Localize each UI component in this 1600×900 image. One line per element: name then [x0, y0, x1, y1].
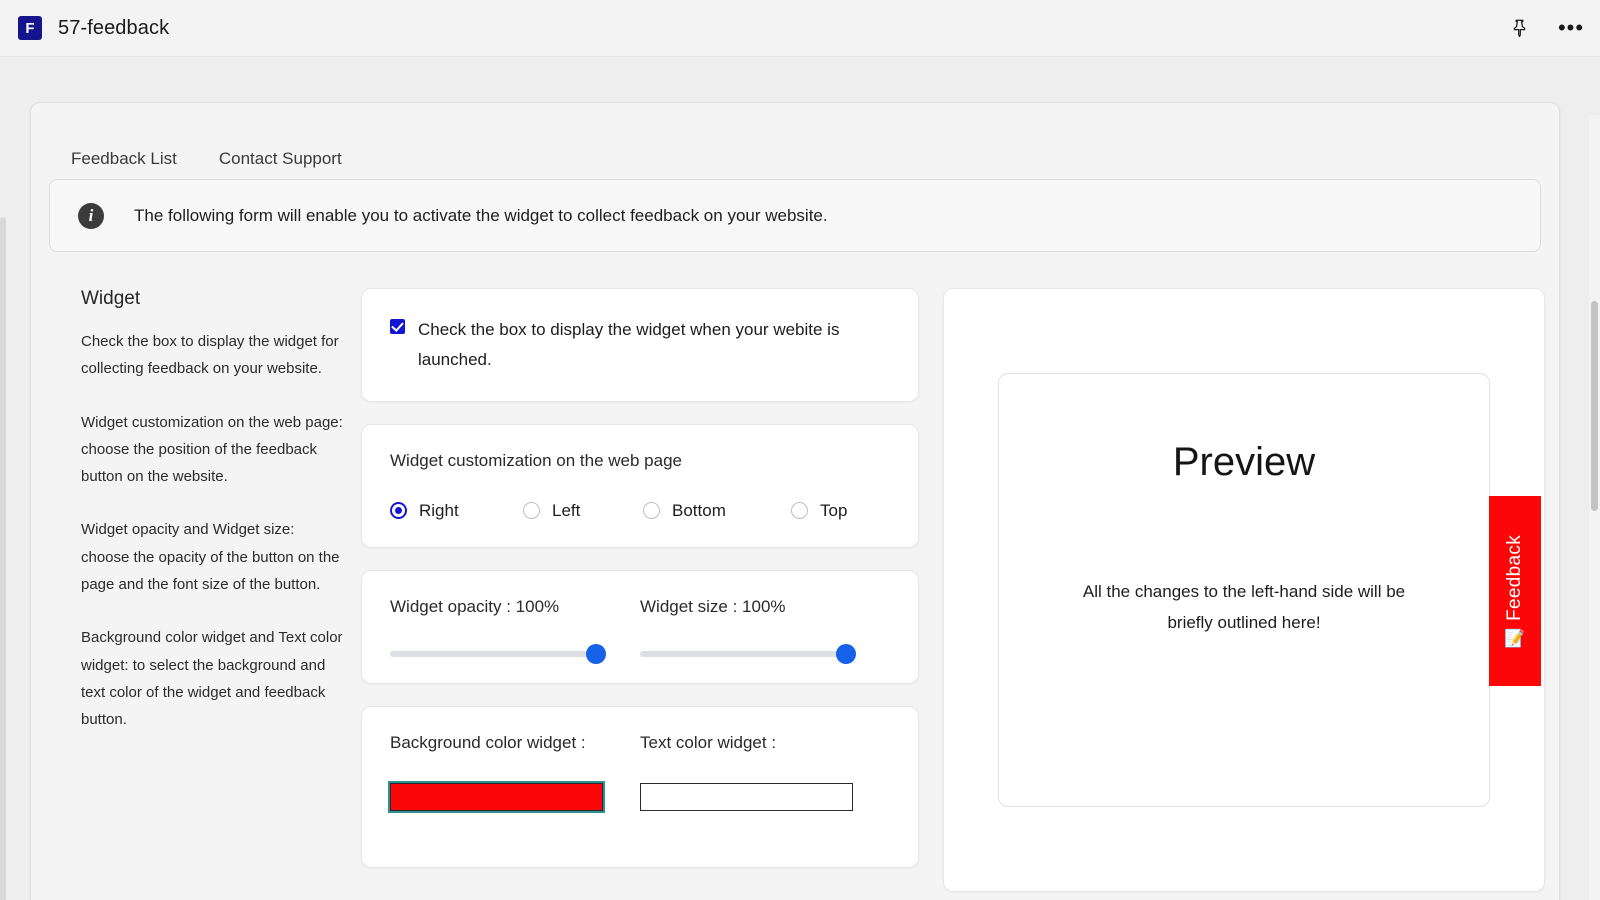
color-grid: Background color widget : Text color wid…	[388, 732, 890, 813]
widget-size-cell: Widget size : 100%	[640, 596, 890, 664]
widget-size-slider-thumb[interactable]	[836, 643, 856, 664]
app-icon: F	[18, 16, 42, 40]
description-paragraph: Check the box to display the widget for …	[81, 333, 339, 378]
enable-widget-label: Check the box to display the widget when…	[418, 320, 840, 369]
radio-right-indicator[interactable]	[390, 502, 407, 519]
info-banner-text: The following form will enable you to ac…	[134, 205, 828, 225]
radio-option-left[interactable]: Left	[523, 501, 643, 521]
radio-left-indicator[interactable]	[523, 502, 540, 519]
widget-opacity-slider[interactable]	[390, 643, 606, 664]
right-scrollbar-track[interactable]	[1589, 115, 1600, 900]
tab-feedback-list[interactable]: Feedback List	[67, 139, 181, 179]
page-title: Widget	[81, 288, 141, 309]
tab-contact-support[interactable]: Contact Support	[215, 139, 346, 179]
radio-left-label: Left	[552, 500, 581, 520]
tab-feedback-list-label: Feedback List	[71, 149, 177, 168]
title-bar: F 57-feedback •••	[0, 0, 1600, 57]
radio-bottom-indicator[interactable]	[643, 502, 660, 519]
radio-bottom-label: Bottom	[672, 500, 726, 520]
content-shell: Feedback List Contact Support i The foll…	[0, 57, 1600, 900]
preview-feedback-button-label: Feedback	[1504, 534, 1525, 621]
text-color-label: Text color widget :	[640, 732, 777, 752]
preview-panel: Preview All the changes to the left-hand…	[919, 288, 1559, 892]
widget-position-label: Widget customization on the web page	[390, 450, 683, 470]
preview-feedback-button[interactable]: Feedback 📝	[1489, 496, 1541, 686]
radio-top-label: Top	[820, 500, 848, 520]
description-panel: Widget Check the box to display the widg…	[31, 288, 361, 892]
left-scrollbar[interactable]	[0, 217, 6, 900]
tab-contact-support-label: Contact Support	[218, 149, 342, 168]
background-color-cell: Background color widget :	[388, 732, 640, 813]
radio-right-label: Right	[419, 500, 459, 520]
background-color-label: Background color widget :	[390, 732, 586, 752]
info-icon: i	[78, 202, 104, 229]
more-options-glyph: •••	[1557, 15, 1585, 40]
widget-opacity-slider-thumb[interactable]	[586, 643, 606, 664]
widget-sliders-card: Widget opacity : 100% Widget size : 100%	[361, 569, 919, 684]
info-banner: i The following form will enable you to …	[49, 179, 1541, 252]
preview-subtitle: All the changes to the left-hand side wi…	[1082, 582, 1406, 632]
preview-outer-card: Preview All the changes to the left-hand…	[943, 288, 1545, 892]
settings-form: Check the box to display the widget when…	[361, 288, 919, 892]
widget-position-radio-group: Right Left Bottom Top	[390, 501, 890, 521]
enable-widget-row: Check the box to display the widget when…	[390, 315, 890, 375]
widget-colors-card: Background color widget : Text color wid…	[361, 705, 919, 868]
enable-widget-checkbox[interactable]	[390, 319, 405, 334]
text-color-cell: Text color widget :	[640, 733, 890, 811]
tab-bar: Feedback List Contact Support	[31, 103, 1559, 179]
enable-widget-card: Check the box to display the widget when…	[361, 288, 919, 402]
preview-heading: Preview	[1172, 440, 1316, 484]
title-bar-actions: •••	[1506, 15, 1584, 41]
page-container: Feedback List Contact Support i The foll…	[30, 102, 1560, 900]
radio-top-indicator[interactable]	[791, 502, 808, 519]
radio-option-top[interactable]: Top	[791, 501, 847, 521]
preview-surface: Preview All the changes to the left-hand…	[998, 373, 1541, 807]
description-paragraph: Background color widget and Text color w…	[81, 629, 343, 729]
background-color-swatch[interactable]	[388, 780, 605, 813]
widget-size-label: Widget size : 100%	[640, 596, 786, 616]
memo-icon: 📝	[1504, 629, 1526, 649]
info-icon-glyph: i	[88, 205, 94, 225]
body-area: Widget Check the box to display the widg…	[31, 252, 1559, 892]
description-paragraph: Widget opacity and Widget size: choose t…	[81, 521, 340, 594]
radio-option-right[interactable]: Right	[390, 501, 523, 521]
app-icon-glyph: F	[25, 19, 35, 37]
widget-size-slider[interactable]	[640, 643, 856, 664]
widget-opacity-label: Widget opacity : 100%	[390, 596, 560, 616]
window-title: 57-feedback	[58, 16, 170, 39]
slider-grid: Widget opacity : 100% Widget size : 100%	[390, 596, 890, 664]
text-color-swatch[interactable]	[640, 782, 853, 811]
widget-position-card: Widget customization on the web page Rig…	[361, 423, 919, 548]
pin-icon[interactable]	[1506, 15, 1532, 41]
right-scrollbar-thumb[interactable]	[1591, 301, 1598, 511]
more-options-icon[interactable]: •••	[1558, 15, 1584, 41]
radio-option-bottom[interactable]: Bottom	[643, 501, 791, 521]
widget-opacity-cell: Widget opacity : 100%	[390, 596, 640, 664]
description-paragraph: Widget customization on the web page: ch…	[81, 413, 343, 486]
